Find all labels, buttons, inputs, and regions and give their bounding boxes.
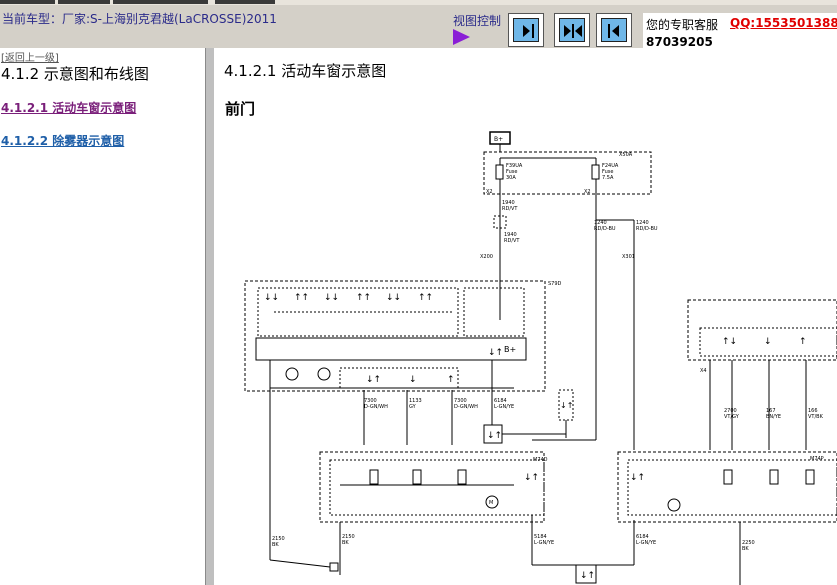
motor-module-label-passenger: M74P bbox=[810, 456, 824, 462]
sidebar-link-window-diagram[interactable]: 4.1.2.1 活动车窗示意图 bbox=[1, 99, 136, 116]
top-strip bbox=[0, 0, 837, 5]
switch-arrows: ↓↓ ↑↑ ↓↓ ↑↑ ↓↓ ↑↑ bbox=[257, 287, 525, 337]
svg-text:↓↓: ↓↓ bbox=[324, 293, 339, 303]
svg-text:↑↑: ↑↑ bbox=[294, 293, 309, 303]
wire-2700-color: VT/GY bbox=[724, 414, 740, 420]
sidebar: [返回上一级] 4.1.2 示意图和布线图 4.1.2.1 活动车窗示意图 4.… bbox=[0, 48, 205, 585]
battery-symbol: B+ bbox=[494, 136, 503, 143]
split-view-icon bbox=[559, 18, 585, 42]
svg-text:↓↑: ↓↑ bbox=[524, 473, 539, 483]
wire-167-color: BN/YE bbox=[766, 414, 781, 420]
split-view-button[interactable] bbox=[554, 13, 590, 47]
svg-text:↓: ↓ bbox=[764, 337, 772, 347]
svg-text:↓↓: ↓↓ bbox=[264, 293, 279, 303]
fuse-box-label: X50A bbox=[619, 152, 633, 158]
svg-text:↓↑: ↓↑ bbox=[488, 348, 503, 358]
wire-2150-color: BK bbox=[342, 540, 349, 546]
wire-6184b-color: L-GN/YE bbox=[636, 540, 656, 546]
expand-right-button[interactable] bbox=[508, 13, 544, 47]
wire-2150b-color: BK bbox=[272, 542, 279, 548]
wire-5184-color: L-GN/YE bbox=[534, 540, 554, 546]
svg-text:↑: ↑ bbox=[447, 375, 455, 385]
collapse-left-icon bbox=[601, 18, 627, 42]
subsection-title: 前门 bbox=[225, 100, 256, 118]
view-control-label: 视图控制 bbox=[453, 14, 502, 28]
expand-right-icon bbox=[513, 18, 539, 42]
fuse-b-rating: 7.5A bbox=[602, 175, 614, 181]
fuse-a-pin: X2 bbox=[486, 189, 493, 195]
view-control-arrow-icon bbox=[453, 29, 470, 45]
wire-2250-color: BK bbox=[742, 546, 749, 552]
fuse-b-pin: X2 bbox=[584, 189, 591, 195]
car-model-label: 当前车型：厂家:S-上海别克君越(LaCROSSE)2011 bbox=[2, 12, 277, 26]
wire-1940b-color: RD/VT bbox=[504, 238, 520, 244]
svg-text:↑↓: ↑↓ bbox=[722, 337, 737, 347]
svg-text:↓↓: ↓↓ bbox=[386, 293, 401, 303]
svg-text:↓↑: ↓↑ bbox=[630, 473, 645, 483]
wire-1240b-color: RD/D-BU bbox=[636, 226, 658, 232]
sidebar-title: 4.1.2 示意图和布线图 bbox=[1, 65, 149, 83]
sidebar-link-defogger-diagram[interactable]: 4.1.2.2 除雾器示意图 bbox=[1, 132, 124, 149]
pane-splitter[interactable] bbox=[205, 48, 214, 585]
svg-text:↓↑: ↓↑ bbox=[366, 375, 381, 385]
svg-text:↓: ↓ bbox=[409, 375, 417, 385]
collapse-left-button[interactable] bbox=[596, 13, 632, 47]
svg-text:↑↑: ↑↑ bbox=[418, 293, 433, 303]
svg-text:↑↑: ↑↑ bbox=[356, 293, 371, 303]
back-link[interactable]: [返回上一级] bbox=[1, 49, 59, 64]
svg-text:↑: ↑ bbox=[799, 337, 807, 347]
switch-row-2: ↓↑ ↓ ↑ bbox=[339, 367, 459, 389]
connector-x301: X301 bbox=[622, 254, 635, 260]
switch-module-label: S79D bbox=[548, 281, 562, 287]
content-pane: 4.1.2.1 活动车窗示意图 前门 B+ F39UA Fuse 30A F24… bbox=[214, 48, 837, 585]
svg-text:↓↑: ↓↑ bbox=[487, 431, 502, 441]
support-qq-link[interactable]: QQ:1553501388 bbox=[730, 16, 837, 30]
svg-text:↓↑: ↓↑ bbox=[580, 571, 595, 581]
svg-text:M: M bbox=[489, 500, 493, 506]
wire-7300b-color: D-GN/WH bbox=[454, 404, 478, 410]
connector-x200: X200 bbox=[480, 254, 493, 260]
wiring-diagram: B+ F39UA Fuse 30A F24UA Fuse 7.5A X50A X… bbox=[244, 131, 837, 585]
wire-7300-color: D-GN/WH bbox=[364, 404, 388, 410]
svg-text:↓↑: ↓↑ bbox=[560, 401, 573, 410]
wire-6184-color: L-GN/YE bbox=[494, 404, 514, 410]
fuse-a-rating: 30A bbox=[506, 175, 516, 181]
support-box: 您的专职客服 QQ:1553501388 87039205 bbox=[643, 13, 837, 49]
support-text: 您的专职客服 bbox=[646, 18, 719, 32]
section-title: 4.1.2.1 活动车窗示意图 bbox=[224, 62, 387, 80]
svg-text:B+: B+ bbox=[504, 345, 516, 354]
wire-1240-color: RD/D-BU bbox=[594, 226, 616, 232]
wire-1133-color: GY bbox=[409, 404, 417, 410]
wire-166-color: VT/BK bbox=[808, 414, 824, 420]
support-number: 87039205 bbox=[646, 35, 713, 49]
wire-1940-color: RD/VT bbox=[502, 206, 518, 212]
top-toolbar: 当前车型：厂家:S-上海别克君越(LaCROSSE)2011 视图控制 您的专职… bbox=[0, 0, 837, 49]
connector-x4: X4 bbox=[700, 368, 707, 374]
